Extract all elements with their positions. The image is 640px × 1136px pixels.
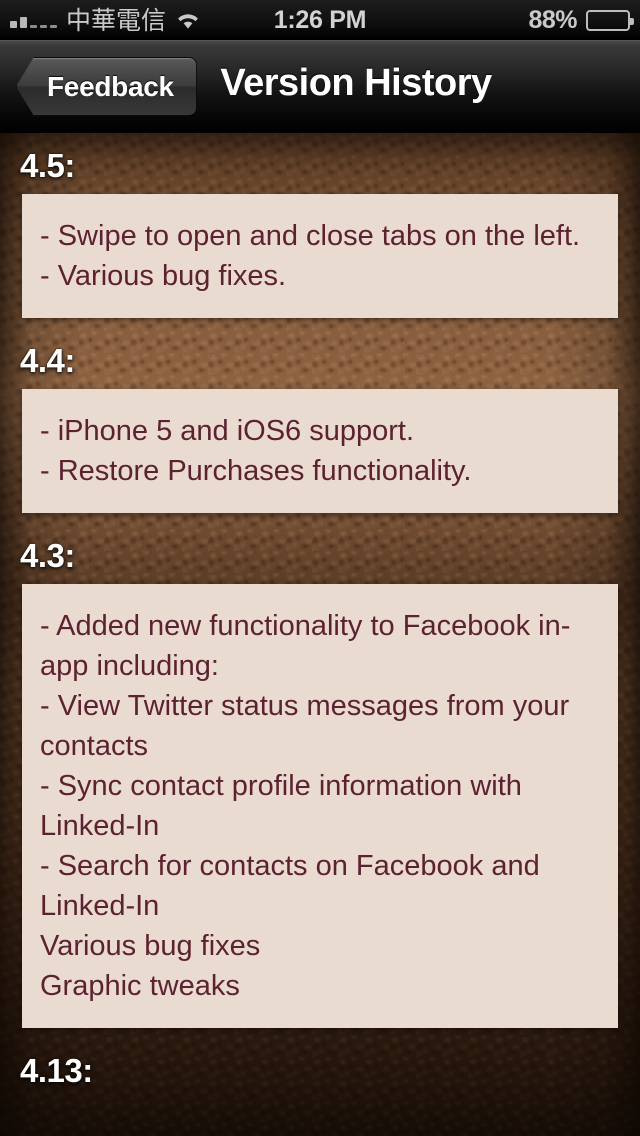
version-section: 4.3: - Added new functionality to Faceboo… [0,539,640,1028]
app-screen: 中華電信 1:26 PM 88% Feedback Version Histor… [0,0,640,1136]
status-bar-right: 88% [528,5,634,35]
wifi-icon [175,10,201,30]
release-notes-panel: - iPhone 5 and iOS6 support. - Restore Pu… [22,389,618,513]
version-heading: 4.3: [20,537,75,574]
version-section: 4.13: [0,1054,640,1087]
page-title: Version History [220,62,492,104]
battery-icon [586,9,634,31]
release-note-line: - iPhone 5 and iOS6 support. [40,415,415,447]
version-history-scroll-view[interactable]: 4.5: - Swipe to open and close tabs on th… [0,133,640,1136]
signal-bars-icon [10,12,57,28]
version-section: 4.4: - iPhone 5 and iOS6 support. - Restor… [0,344,640,513]
status-bar-left: 中華電信 [0,8,201,33]
version-sections-list: 4.5: - Swipe to open and close tabs on th… [0,149,640,1087]
navigation-bar: Feedback Version History [0,40,640,133]
release-note-line: - Swipe to open and close tabs on the le… [40,220,581,252]
release-note-line: - Various bug fixes. [40,260,287,292]
release-notes-panel: - Swipe to open and close tabs on the le… [22,194,618,318]
version-heading: 4.5: [20,147,75,184]
release-note-line: - View Twitter status messages from your… [40,690,570,762]
battery-percent-label: 88% [528,5,577,34]
version-section: 4.5: - Swipe to open and close tabs on th… [0,149,640,318]
release-note-line: Graphic tweaks [40,970,240,1002]
release-note-line: - Sync contact profile information with … [40,770,522,842]
version-heading: 4.4: [20,342,75,379]
status-bar: 中華電信 1:26 PM 88% [0,0,640,40]
release-note-line: - Restore Purchases functionality. [40,455,472,487]
release-note-line: Various bug fixes [40,930,261,962]
release-notes-panel: - Added new functionality to Facebook in… [22,584,618,1028]
release-note-line: - Added new functionality to Facebook in… [40,610,571,682]
version-heading: 4.13: [20,1052,93,1089]
carrier-label: 中華電信 [66,5,167,35]
release-note-line: - Search for contacts on Facebook and Li… [40,850,540,922]
